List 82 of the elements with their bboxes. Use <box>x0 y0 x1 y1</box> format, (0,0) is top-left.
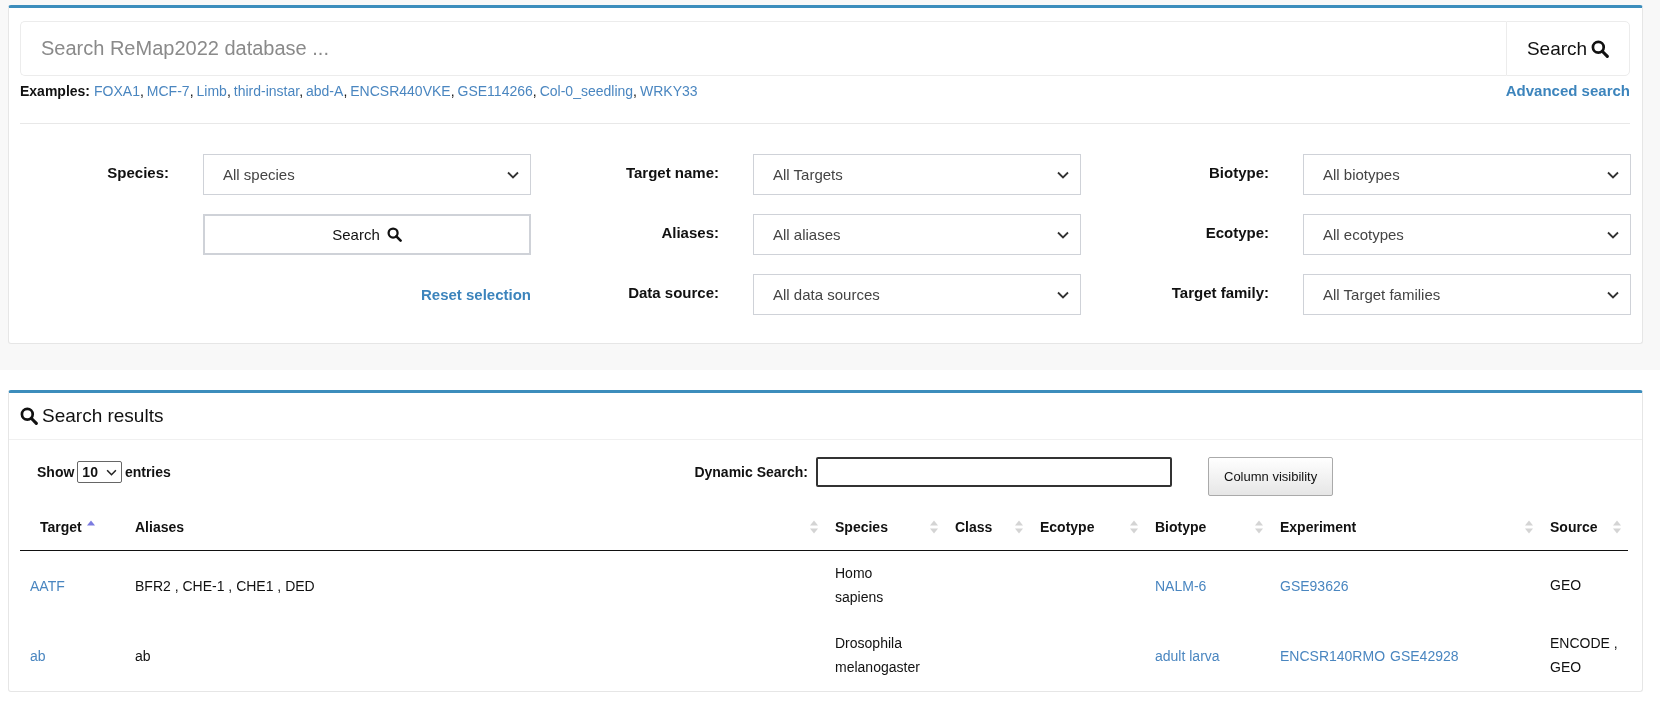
filter-label: Species: <box>107 164 169 183</box>
reset-selection-link[interactable]: Reset selection <box>420 286 531 303</box>
column-header[interactable]: Experiment <box>1280 519 1357 535</box>
filter-label: Target family: <box>1171 284 1269 303</box>
example-link[interactable]: WRKY33 <box>640 82 698 99</box>
biotype-link[interactable]: NALM-6 <box>1155 578 1207 594</box>
example-link[interactable]: FOXA1 <box>94 82 140 99</box>
example-link[interactable]: Limb <box>196 82 227 99</box>
panel-title: Search results <box>42 405 164 427</box>
filter-dropdown[interactable]: All Targets <box>753 154 1081 195</box>
filter-label: Biotype: <box>1209 164 1269 183</box>
search-icon <box>20 407 38 425</box>
target-link[interactable]: AATF <box>30 578 65 594</box>
separator: , <box>139 82 144 99</box>
chevron-down-icon <box>507 170 519 179</box>
example-link[interactable]: GSE114266 <box>457 82 533 99</box>
search-icon <box>1591 39 1610 58</box>
advanced-search-link[interactable]: Advanced search <box>1505 82 1630 99</box>
filter-label: Ecotype: <box>1205 224 1269 243</box>
separator: , <box>226 82 231 99</box>
separator: , <box>633 82 637 99</box>
experiment-link[interactable]: GSE42928 <box>1390 648 1459 664</box>
column-header[interactable]: Species <box>835 519 888 535</box>
table-cell-text: ENCODE , GEO <box>1550 634 1618 677</box>
filter-label: Aliases: <box>661 224 719 243</box>
column-header[interactable]: Class <box>955 519 993 535</box>
column-header[interactable]: Source <box>1550 519 1598 535</box>
table-cell-text: Drosophila melanogaster <box>835 634 920 677</box>
filter-dropdown[interactable]: All biotypes <box>1303 154 1631 195</box>
biotype-link[interactable]: adult larva <box>1155 648 1220 664</box>
sort-arrows-icon[interactable] <box>1612 519 1622 535</box>
chevron-down-icon <box>1057 230 1069 239</box>
filter-dropdown[interactable]: All ecotypes <box>1303 214 1631 255</box>
separator: , <box>189 82 194 99</box>
filter-dropdown[interactable]: All Target families <box>1303 274 1631 315</box>
filter-dropdown[interactable]: All data sources <box>753 274 1081 315</box>
sort-arrows-icon[interactable] <box>929 519 939 535</box>
separator: , <box>532 82 537 99</box>
experiment-link[interactable]: ENCSR140RMO <box>1280 648 1386 664</box>
table-cell: BFR2 , CHE-1 , CHE1 , DED <box>135 578 315 594</box>
search-button[interactable]: Search <box>1506 21 1630 76</box>
page-size-dropdown[interactable]: 10 <box>77 461 122 483</box>
target-link[interactable]: ab <box>30 648 46 664</box>
chevron-down-icon <box>1057 170 1069 179</box>
sort-arrows-icon[interactable] <box>1129 519 1139 535</box>
table-cell-text: GEO <box>1550 576 1583 596</box>
example-link[interactable]: MCF-7 <box>146 82 190 99</box>
table-cell: ab <box>135 648 151 664</box>
filter-dropdown[interactable]: All species <box>203 154 531 195</box>
separator: , <box>343 82 348 99</box>
chevron-down-icon <box>105 468 117 476</box>
chevron-down-icon <box>1607 290 1619 299</box>
experiment-link[interactable]: GSE93626 <box>1280 578 1349 594</box>
filter-dropdown[interactable]: All aliases <box>753 214 1081 255</box>
example-link[interactable]: Col-0_seedling <box>539 82 634 99</box>
separator: , <box>450 82 455 99</box>
dynamic-search-field[interactable] <box>816 457 1172 487</box>
separator: , <box>299 82 303 99</box>
column-visibility-button[interactable]: Column visibility <box>1208 456 1334 496</box>
entries-label: entries <box>124 464 171 480</box>
chevron-down-icon <box>1607 170 1619 179</box>
filter-label: Target name: <box>625 164 719 183</box>
example-link[interactable]: ENCSR440VKE <box>350 82 451 99</box>
sort-arrows-icon[interactable] <box>809 519 819 535</box>
chevron-down-icon <box>1057 290 1069 299</box>
chevron-down-icon <box>1607 230 1619 239</box>
search-field[interactable]: Search ReMap2022 database ... <box>20 21 1506 76</box>
dynamic-search-label: Dynamic Search: <box>694 464 808 480</box>
column-header[interactable]: Target <box>40 519 82 535</box>
sort-arrows-icon[interactable] <box>1254 519 1264 535</box>
sort-arrows-icon[interactable] <box>1524 519 1534 535</box>
column-header[interactable]: Biotype <box>1155 519 1207 535</box>
search-icon <box>386 227 402 242</box>
example-link[interactable]: third-instar <box>233 82 300 99</box>
column-header[interactable]: Aliases <box>135 519 185 535</box>
column-header[interactable]: Ecotype <box>1040 519 1095 535</box>
filter-search-button[interactable]: Search <box>203 214 531 255</box>
filter-label: Data source: <box>628 284 719 303</box>
sort-arrows-icon[interactable] <box>1014 519 1024 535</box>
examples-label: Examples: <box>20 82 91 99</box>
show-label: Show <box>37 464 75 480</box>
table-cell-text: Homo sapiens <box>835 564 884 607</box>
